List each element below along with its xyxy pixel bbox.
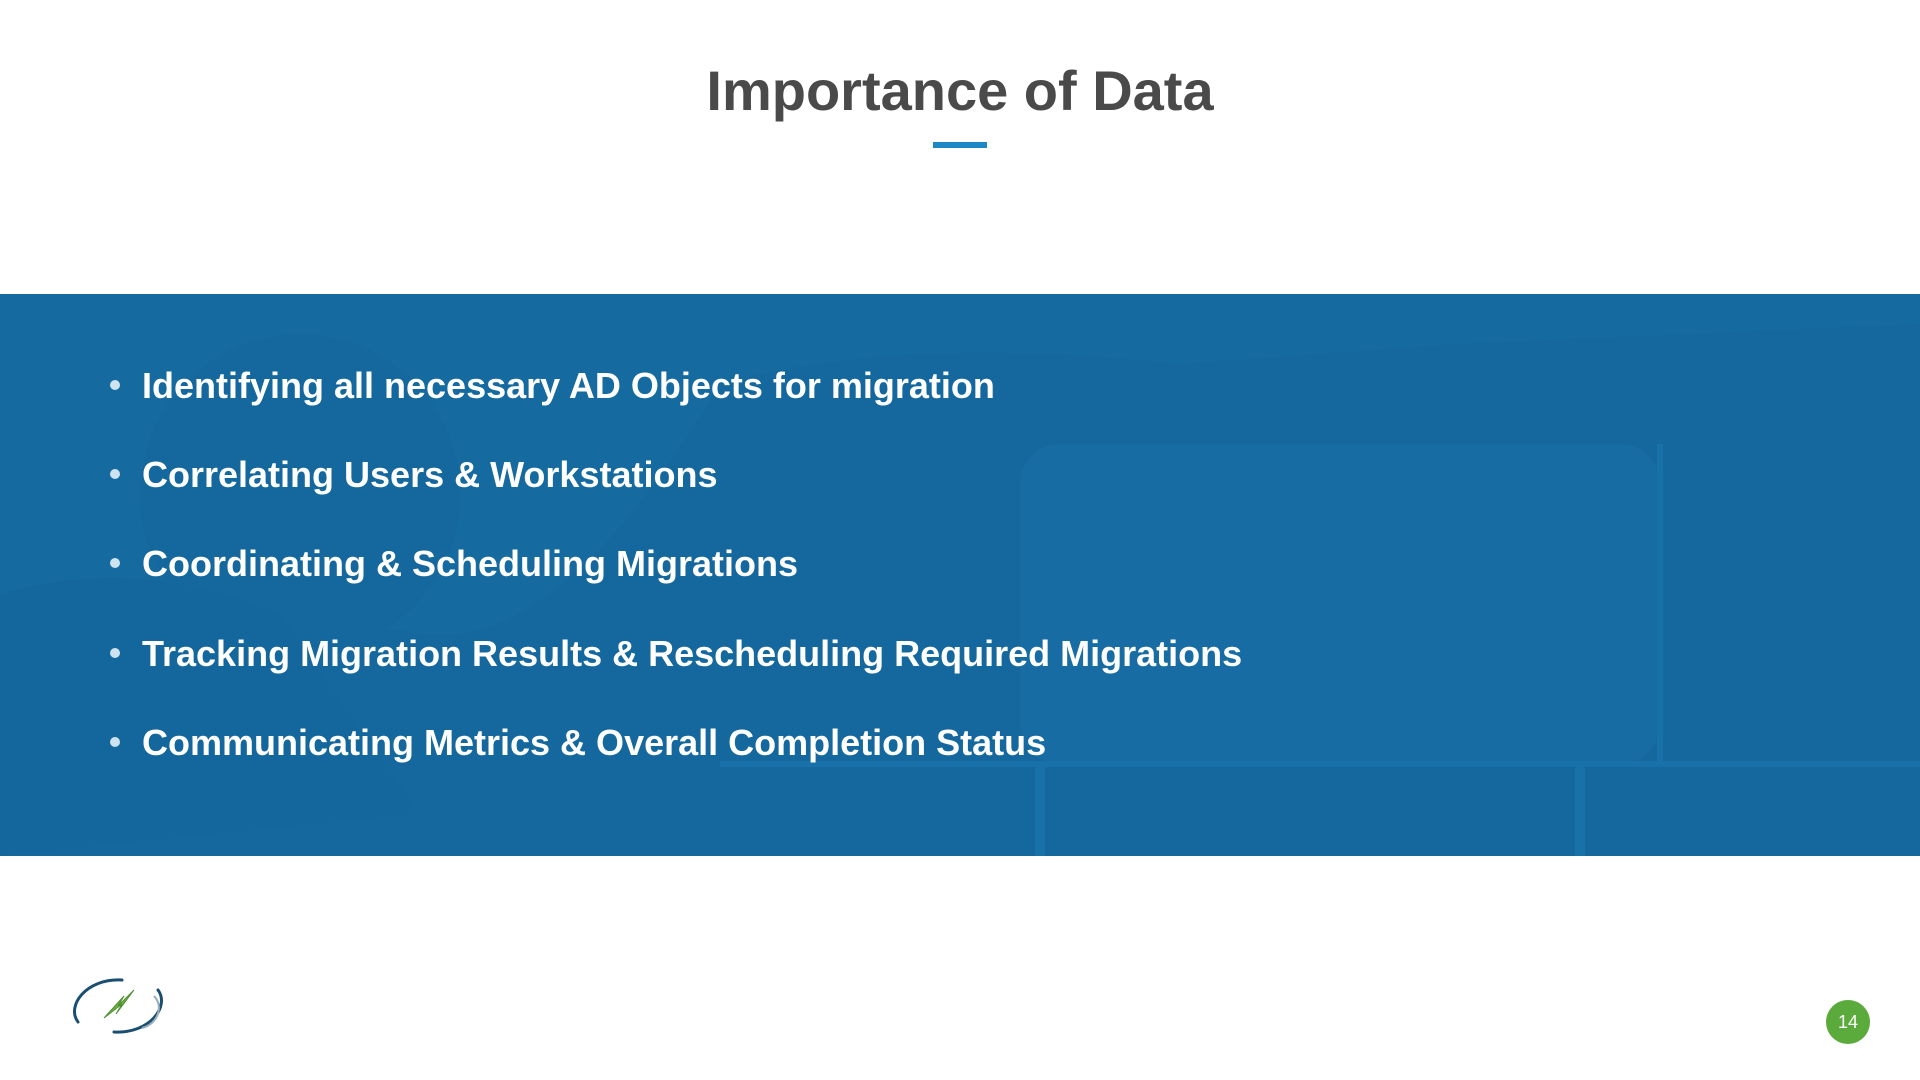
bullet-text: Correlating Users & Workstations (142, 453, 717, 496)
bullet-dot-icon (110, 380, 120, 390)
bullet-item: Coordinating & Scheduling Migrations (110, 542, 1810, 585)
bullet-text: Identifying all necessary AD Objects for… (142, 364, 995, 407)
bullet-text: Communicating Metrics & Overall Completi… (142, 721, 1046, 764)
bullet-item: Identifying all necessary AD Objects for… (110, 364, 1810, 407)
bullet-list: Identifying all necessary AD Objects for… (110, 364, 1810, 764)
bullet-dot-icon (110, 648, 120, 658)
bullet-item: Communicating Metrics & Overall Completi… (110, 721, 1810, 764)
bullet-text: Tracking Migration Results & Reschedulin… (142, 632, 1242, 675)
slide: Importance of Data Identifying all neces… (0, 0, 1920, 1080)
bullet-item: Tracking Migration Results & Reschedulin… (110, 632, 1810, 675)
bullet-item: Correlating Users & Workstations (110, 453, 1810, 496)
company-logo (58, 966, 178, 1046)
page-number: 14 (1838, 1012, 1858, 1033)
content-band: Identifying all necessary AD Objects for… (0, 294, 1920, 856)
title-underline (933, 142, 987, 148)
bullet-dot-icon (110, 469, 120, 479)
bullet-dot-icon (110, 558, 120, 568)
bullet-text: Coordinating & Scheduling Migrations (142, 542, 798, 585)
bullet-dot-icon (110, 737, 120, 747)
slide-title: Importance of Data (0, 58, 1920, 123)
page-number-badge: 14 (1826, 1000, 1870, 1044)
band-content: Identifying all necessary AD Objects for… (0, 294, 1920, 764)
